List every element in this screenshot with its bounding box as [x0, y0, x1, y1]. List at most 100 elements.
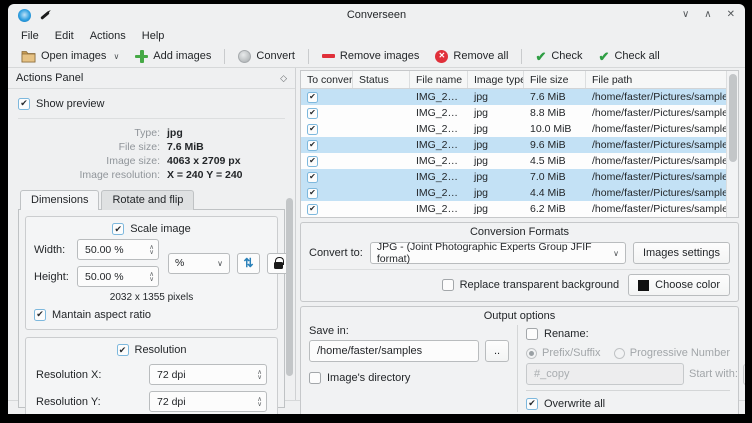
table-scrollbar[interactable] [726, 71, 738, 217]
table-row[interactable]: ✔ IMG_2820.jpg jpg 10.0 MiB /home/faster… [301, 121, 726, 137]
images-settings-button[interactable]: Images settings [632, 242, 730, 264]
progressive-number-radio[interactable]: Progressive Number [613, 347, 730, 359]
col-file-size[interactable]: File size [524, 71, 586, 88]
row-checkbox[interactable]: ✔ [307, 187, 318, 199]
save-in-input[interactable] [309, 340, 479, 362]
col-status[interactable]: Status [353, 71, 410, 88]
spinner-arrows-icon[interactable]: ∧ ∨ [257, 396, 262, 408]
divider [18, 118, 285, 119]
show-preview-checkbox[interactable]: ✔ Show preview [18, 95, 285, 112]
resolution-x-label: Resolution X: [36, 368, 102, 381]
start-with-spinbox[interactable]: 1 ∧∨ [742, 363, 745, 385]
radio-icon [526, 347, 537, 359]
close-button[interactable]: ✕ [727, 10, 735, 20]
row-checkbox[interactable]: ✔ [307, 171, 318, 183]
col-file-path[interactable]: File path [586, 71, 726, 88]
width-spinbox[interactable]: 50.00 % ∧ ∨ [77, 239, 159, 260]
row-checkbox[interactable]: ✔ [307, 139, 318, 151]
resolution-y-spinbox[interactable]: 72 dpi ∧ ∨ [149, 391, 267, 412]
prefix-suffix-radio[interactable]: Prefix/Suffix [526, 347, 601, 359]
choose-color-button[interactable]: Choose color [628, 274, 730, 296]
resolution-checkbox[interactable]: ✔ Resolution [34, 342, 269, 358]
menu-file[interactable]: File [13, 28, 47, 44]
info-resolution-value: X = 240 Y = 240 [167, 169, 243, 181]
toolbar: Open images ∨ Add images Convert Remove … [8, 45, 745, 68]
lock-icon [274, 257, 284, 269]
left-panel-scrollbar[interactable] [286, 198, 293, 376]
output-options-group: Output options Save in: .. ✔ Image's dir… [300, 306, 745, 414]
save-in-label: Save in: [309, 325, 349, 337]
spinner-arrows-icon[interactable]: ∧ ∨ [257, 369, 262, 381]
conversion-formats-title: Conversion Formats [469, 226, 570, 238]
actions-panel: Actions Panel ◇ ✔ Show preview Type: jpg… [8, 68, 296, 414]
col-image-type[interactable]: Image type [468, 71, 524, 88]
open-folder-icon [21, 50, 36, 62]
convert-button[interactable]: Convert [230, 48, 303, 65]
minimize-button[interactable]: ∨ [682, 10, 689, 20]
divider [526, 390, 730, 391]
table-row[interactable]: ✔ IMG_2821.jpg jpg 9.6 MiB /home/faster/… [301, 137, 726, 153]
check-all-button[interactable]: ✔ Check all [591, 48, 668, 65]
checkbox-icon: ✔ [309, 371, 321, 384]
table-row[interactable]: ✔ IMG_2816.jpg jpg 8.8 MiB /home/faster/… [301, 105, 726, 121]
checkbox-icon: ✔ [112, 223, 125, 235]
actions-panel-title: Actions Panel [16, 72, 84, 84]
rename-checkbox[interactable]: ✔ Rename: [526, 325, 730, 342]
remove-images-button[interactable]: Remove images [314, 48, 427, 64]
scale-image-checkbox[interactable]: ✔ Scale image [34, 221, 269, 237]
checkbox-icon: ✔ [441, 279, 454, 291]
add-images-button[interactable]: Add images [127, 48, 219, 65]
height-spinbox[interactable]: 50.00 % ∧ ∨ [77, 266, 159, 287]
unit-select[interactable]: % ∨ [168, 252, 230, 274]
table-row[interactable]: ✔ IMG_2826.jpg jpg 7.0 MiB /home/faster/… [301, 169, 726, 185]
table-row[interactable]: ✔ IMG_2828-2.jpg jpg 4.4 MiB /home/faste… [301, 185, 726, 201]
tab-dimensions[interactable]: Dimensions [20, 190, 100, 210]
row-checkbox[interactable]: ✔ [307, 203, 318, 215]
images-directory-checkbox[interactable]: ✔ Image's directory [309, 369, 509, 386]
float-panel-icon[interactable]: ◇ [280, 73, 287, 84]
remove-all-icon: ✕ [435, 49, 449, 63]
maintain-aspect-ratio-checkbox[interactable]: ✔ Mantain aspect ratio [34, 306, 269, 323]
menubar: File Edit Actions Help [8, 26, 745, 45]
table-row[interactable]: ✔ IMG_2828-3.jpg jpg 6.2 MiB /home/faste… [301, 201, 726, 217]
menu-actions[interactable]: Actions [82, 28, 134, 44]
spinner-arrows-icon[interactable]: ∧ ∨ [149, 271, 154, 283]
row-checkbox[interactable]: ✔ [307, 155, 318, 167]
window-title: Converseen [346, 9, 407, 21]
conversion-formats-group: Conversion Formats Convert to: JPG - (Jo… [300, 222, 739, 302]
row-checkbox[interactable]: ✔ [307, 123, 318, 135]
chevron-down-icon: ∨ [113, 51, 120, 61]
menu-help[interactable]: Help [134, 28, 173, 44]
menu-edit[interactable]: Edit [47, 28, 82, 44]
replace-transparent-background-checkbox[interactable]: ✔ Replace transparent background [441, 277, 619, 294]
toolbar-separator [224, 48, 226, 64]
check-button[interactable]: ✔ Check [527, 48, 590, 65]
row-checkbox[interactable]: ✔ [307, 107, 318, 119]
start-with-label: Start with: [689, 368, 738, 380]
spinner-arrows-icon[interactable]: ∧ ∨ [149, 244, 154, 256]
titlebar[interactable]: Converseen ∨ ∧ ✕ [8, 4, 745, 26]
swap-dimensions-button[interactable]: ⇅ [237, 252, 260, 274]
overwrite-all-checkbox[interactable]: ✔ Overwrite all [526, 395, 730, 412]
col-to-convert[interactable]: To convert [301, 71, 353, 88]
resolution-group: ✔ Resolution Resolution X: 72 dpi ∧ ∨ Res… [25, 337, 278, 414]
open-images-button[interactable]: Open images ∨ [13, 48, 127, 65]
col-file-name[interactable]: File name [410, 71, 468, 88]
table-header: To convert Status File name Image type F… [301, 71, 726, 89]
browse-button[interactable]: .. [485, 340, 509, 362]
convert-gear-icon [238, 49, 252, 63]
check-all-icon: ✔ [598, 48, 610, 64]
row-checkbox[interactable]: ✔ [307, 91, 318, 103]
chevron-down-icon: ∨ [613, 248, 619, 258]
toolbar-separator [307, 48, 309, 64]
table-row[interactable]: ✔ IMG_2826-Mo... jpg 4.5 MiB /home/faste… [301, 153, 726, 169]
tab-rotate-flip[interactable]: Rotate and flip [101, 190, 195, 210]
maximize-button[interactable]: ∧ [704, 10, 711, 20]
format-select[interactable]: JPG - (Joint Photographic Experts Group … [369, 241, 626, 265]
remove-all-button[interactable]: ✕ Remove all [427, 48, 516, 65]
table-row[interactable]: ✔ IMG_2815.jpg jpg 7.6 MiB /home/faster/… [301, 89, 726, 105]
resolution-x-spinbox[interactable]: 72 dpi ∧ ∨ [149, 364, 267, 385]
rename-pattern-input[interactable] [526, 363, 684, 385]
add-plus-icon [135, 49, 149, 63]
pixels-note: 2032 x 1355 pixels [109, 292, 194, 303]
